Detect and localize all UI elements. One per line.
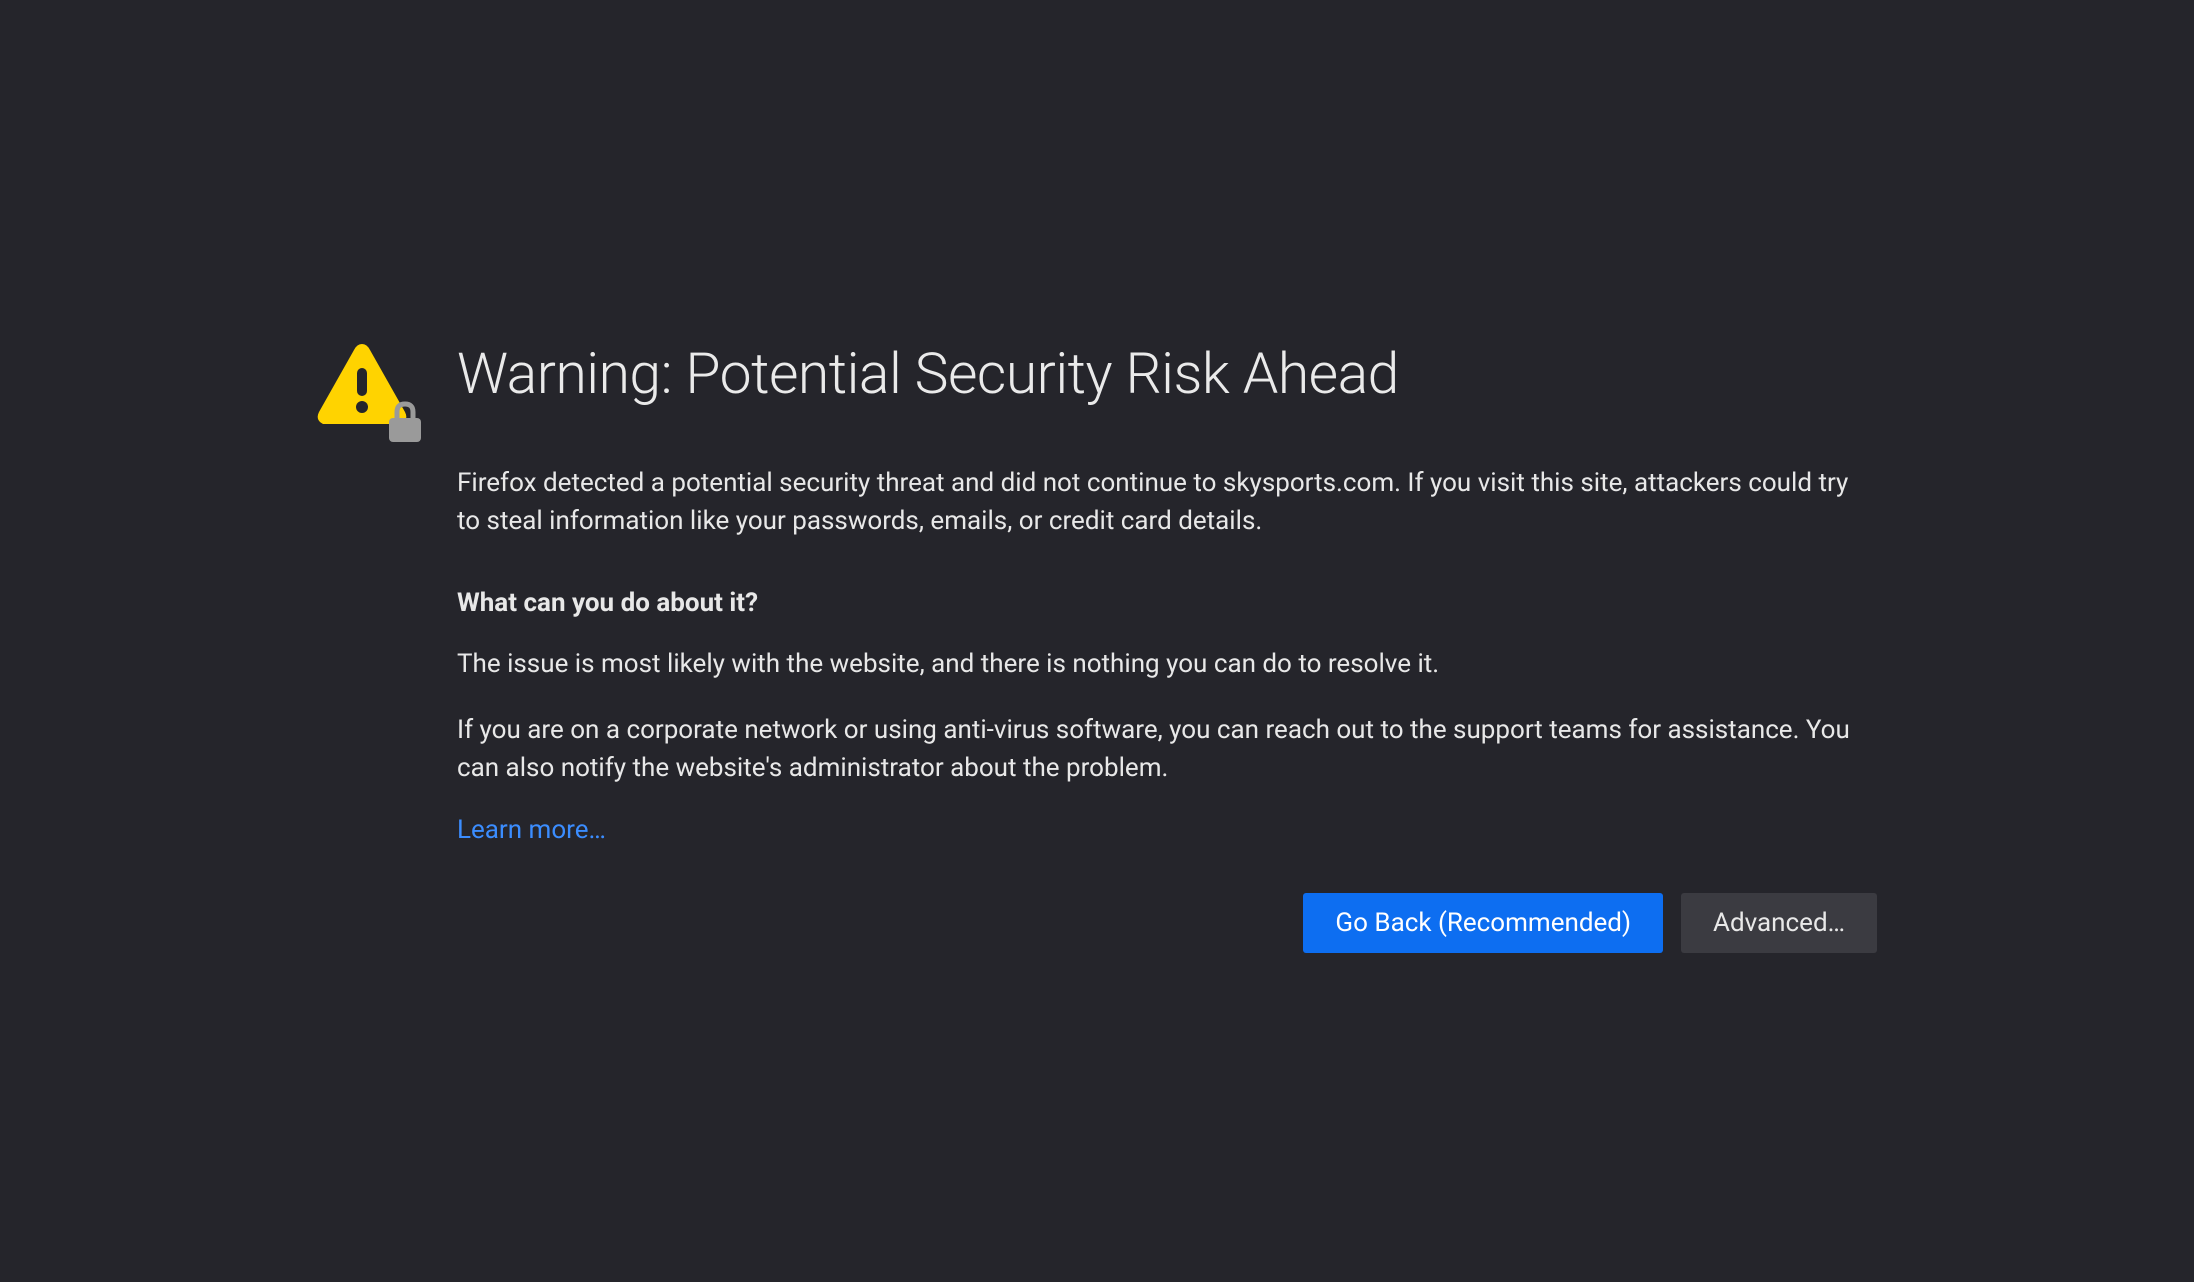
warning-icon-group xyxy=(317,344,417,428)
lock-icon xyxy=(385,400,425,444)
error-title: Warning: Potential Security Risk Ahead xyxy=(457,340,1877,407)
learn-more-link[interactable]: Learn more… xyxy=(457,815,606,845)
button-row: Go Back (Recommended) Advanced… xyxy=(457,893,1877,953)
error-body-2: If you are on a corporate network or usi… xyxy=(457,712,1877,787)
error-body-1: The issue is most likely with the websit… xyxy=(457,646,1877,684)
error-description: Firefox detected a potential security th… xyxy=(457,465,1877,540)
error-content: Warning: Potential Security Risk Ahead F… xyxy=(457,340,1877,953)
advanced-button[interactable]: Advanced… xyxy=(1681,893,1877,953)
error-subtitle: What can you do about it? xyxy=(457,588,1877,618)
error-page-container: Warning: Potential Security Risk Ahead F… xyxy=(317,340,1877,1282)
go-back-button[interactable]: Go Back (Recommended) xyxy=(1303,893,1663,953)
